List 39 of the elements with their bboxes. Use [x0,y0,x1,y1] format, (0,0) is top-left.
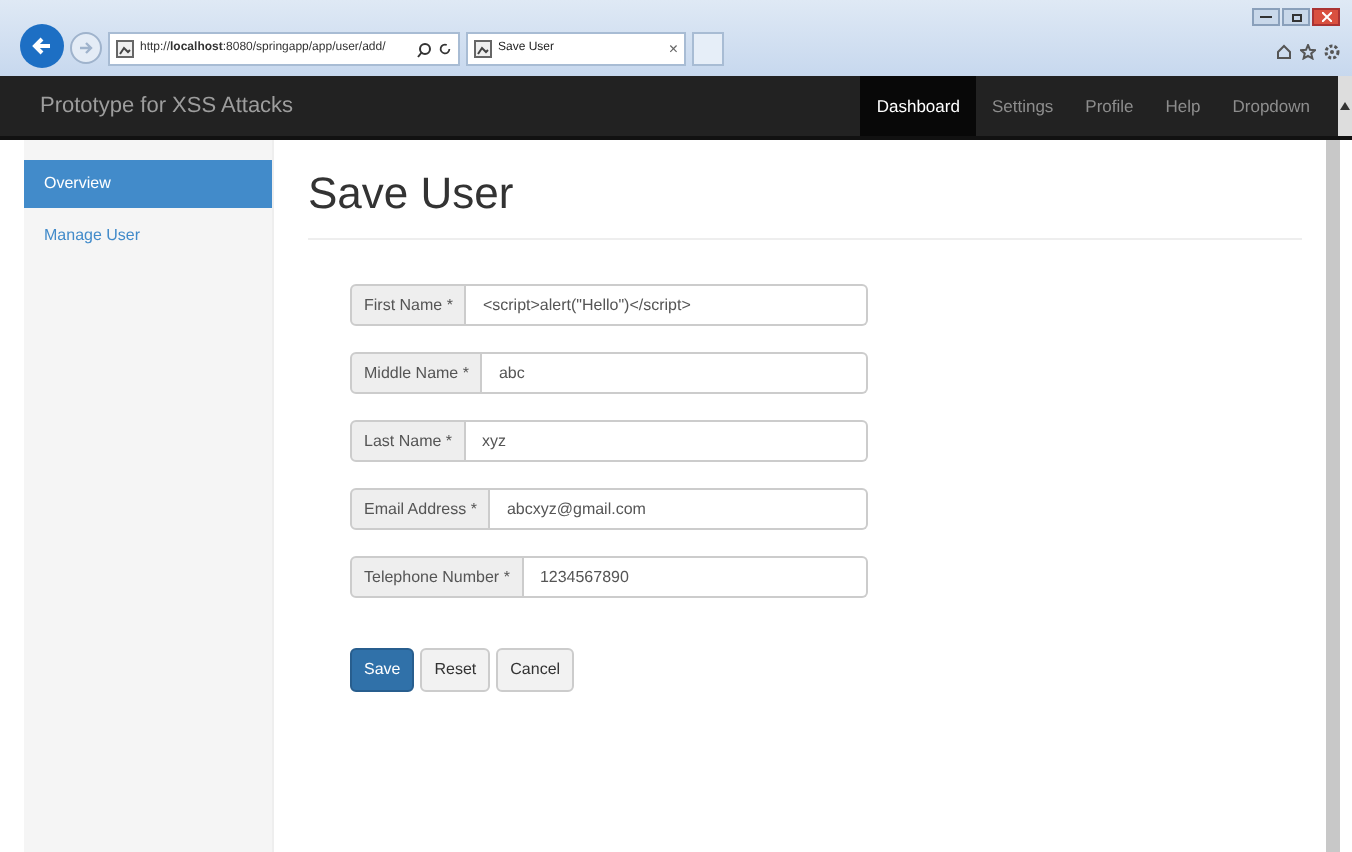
forward-arrow-icon [78,40,94,56]
page-title: Save User [308,160,1302,240]
scrollbar-up-button[interactable] [1338,76,1352,136]
page-icon [474,40,492,58]
close-window-button[interactable] [1312,8,1340,26]
form-button[interactable]: Save [350,648,415,692]
text-field[interactable]: xyz [466,420,868,462]
text-field[interactable]: <script>alert("Hello")</script> [466,284,868,326]
up-arrow-icon [1340,102,1350,110]
field-label: Email Address * [350,488,491,530]
minimize-button[interactable] [1252,8,1280,26]
field-label: Telephone Number * [350,556,524,598]
brand-title[interactable]: Prototype for XSS Attacks [0,89,861,123]
scrollbar[interactable] [1326,140,1340,852]
nav-link[interactable]: Profile [1069,76,1150,136]
home-icon[interactable] [1276,44,1292,60]
sidebar-item[interactable]: Overview [24,160,272,208]
nav-link[interactable]: Settings [975,76,1070,136]
field-label: Last Name * [350,420,467,462]
search-icon[interactable] [416,41,432,57]
nav-link[interactable]: Dropdown [1216,76,1326,136]
form-button[interactable]: Cancel [496,648,575,692]
field-label: Middle Name * [350,352,483,394]
nav-link[interactable]: Help [1149,76,1217,136]
text-field[interactable]: abcxyz@gmail.com [490,488,868,530]
refresh-icon[interactable] [438,42,452,56]
text-field[interactable]: abc [482,352,868,394]
tab-close-button[interactable]: × [668,37,678,61]
form-button[interactable]: Reset [420,648,491,692]
field-label: First Name * [350,284,467,326]
settings-icon[interactable] [1324,44,1340,60]
back-button[interactable] [20,24,64,68]
restore-button[interactable] [1282,8,1310,26]
text-field[interactable]: 1234567890 [523,556,868,598]
nav-link[interactable]: Dashboard [860,76,976,136]
back-arrow-icon [30,34,54,58]
star-icon[interactable] [1300,44,1316,60]
close-icon [1321,12,1331,22]
page-icon [116,40,134,58]
